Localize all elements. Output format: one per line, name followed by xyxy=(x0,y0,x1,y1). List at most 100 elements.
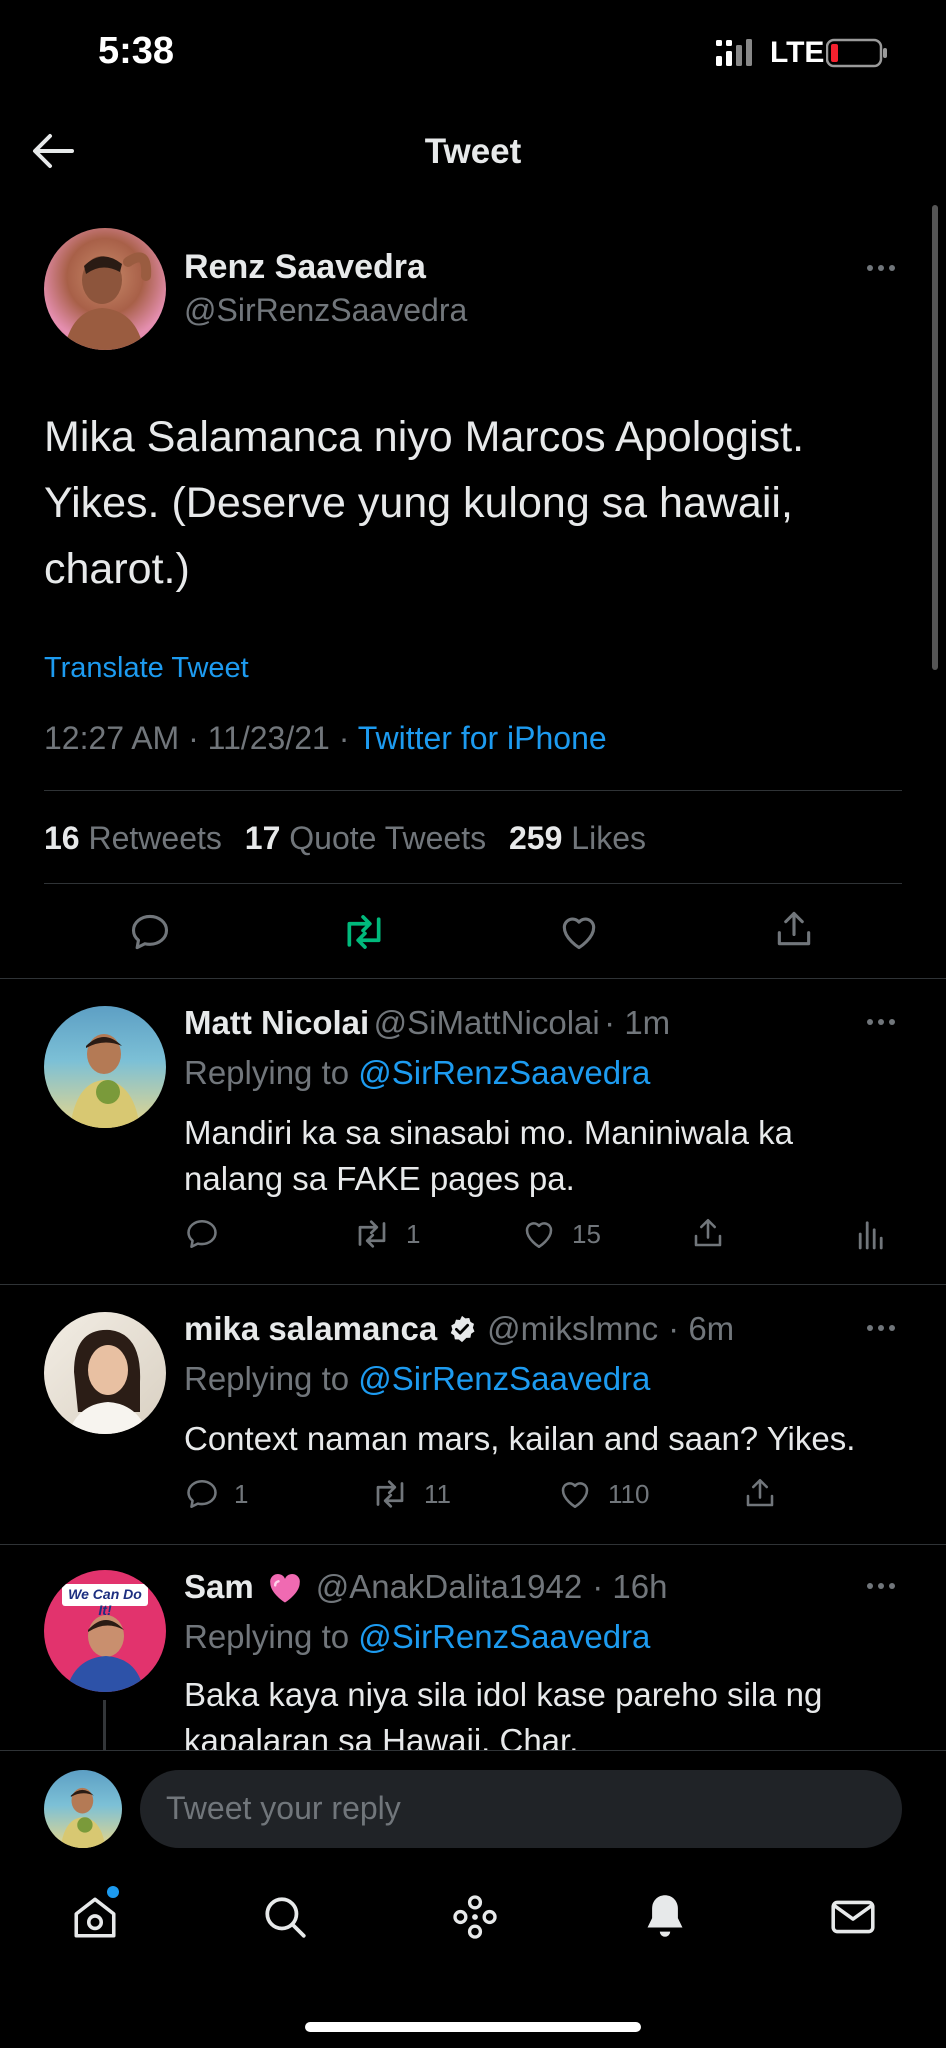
status-time: 5:38 xyxy=(98,30,175,72)
notifications-bell-icon[interactable] xyxy=(640,1890,690,1942)
reply-composer-placeholder: Tweet your reply xyxy=(166,1790,401,1826)
retweet-count: 1 xyxy=(406,1218,421,1249)
replying-to: Replying to @SirRenzSaavedra xyxy=(184,1054,650,1092)
replying-to-handle[interactable]: @SirRenzSaavedra xyxy=(358,1054,650,1091)
reply-action-retweet[interactable]: 11 xyxy=(370,1476,451,1512)
author-name[interactable]: Renz Saavedra xyxy=(184,248,426,287)
messages-icon[interactable] xyxy=(828,1892,878,1942)
reply-avatar[interactable] xyxy=(44,1006,166,1128)
retweets-count: 16 xyxy=(44,820,80,856)
divider xyxy=(0,1284,946,1285)
reply-icon xyxy=(184,1476,220,1512)
like-count: 15 xyxy=(572,1218,601,1249)
pink-heart-icon xyxy=(264,1569,306,1605)
reply-action-reply[interactable] xyxy=(184,1216,220,1252)
reply-text-line: Context naman mars, kailan and saan? Yik… xyxy=(184,1420,856,1457)
like-icon[interactable] xyxy=(556,910,602,954)
reply-text-line: Baka kaya niya sila idol kase pareho sil… xyxy=(184,1676,823,1713)
replying-to-prefix: Replying to xyxy=(184,1360,359,1397)
more-options-icon[interactable] xyxy=(867,1325,895,1331)
author-handle[interactable]: @SirRenzSaavedra xyxy=(184,292,467,329)
reply-action-reply[interactable]: 1 xyxy=(184,1476,248,1512)
tweet-source[interactable]: Twitter for iPhone xyxy=(358,720,607,756)
reply-avatar[interactable] xyxy=(44,1312,166,1434)
reply-avatar[interactable]: We Can Do It! xyxy=(44,1570,166,1692)
reply-icon xyxy=(184,1216,220,1252)
reply-author-name[interactable]: mika salamanca xyxy=(184,1310,437,1348)
replying-to-prefix: Replying to xyxy=(184,1618,359,1655)
reply-text-line: Mandiri ka sa sinasabi mo. Maniniwala ka xyxy=(184,1114,793,1151)
replying-to-prefix: Replying to xyxy=(184,1054,359,1091)
spaces-icon[interactable] xyxy=(450,1892,500,1942)
bottom-panel: Tweet your reply xyxy=(0,1750,946,2048)
divider xyxy=(0,1544,946,1545)
divider xyxy=(0,978,946,979)
replying-to: Replying to @SirRenzSaavedra xyxy=(184,1360,650,1398)
reply-header: Matt Nicolai @SiMattNicolai · 1m xyxy=(184,1004,670,1042)
avatar-poster-text: We Can Do It! xyxy=(68,1586,142,1618)
likes-stat[interactable]: 259 Likes xyxy=(509,820,646,856)
reply-action-share[interactable] xyxy=(690,1214,726,1252)
tweet-text: Mika Salamanca niyo Marcos Apologist. Yi… xyxy=(44,413,805,593)
retweets-label: Retweets xyxy=(88,820,222,856)
network-label: LTE xyxy=(770,36,825,69)
analytics-icon xyxy=(856,1216,884,1252)
share-icon[interactable] xyxy=(772,906,816,952)
tweet-meta: 12:27 AM · 11/23/21 · Twitter for iPhone xyxy=(44,720,607,757)
likes-count: 259 xyxy=(509,820,563,856)
likes-label: Likes xyxy=(571,820,646,856)
reply-author-handle[interactable]: @AnakDalita1942 xyxy=(316,1568,583,1606)
reply-action-like[interactable]: 110 xyxy=(556,1476,649,1512)
like-icon xyxy=(556,1476,594,1512)
reply-author-name[interactable]: Matt Nicolai xyxy=(184,1004,369,1041)
quotes-label: Quote Tweets xyxy=(289,820,487,856)
reply-count: 1 xyxy=(234,1478,249,1509)
divider xyxy=(0,1750,946,1751)
more-options-icon[interactable] xyxy=(867,1019,895,1025)
retweet-icon[interactable] xyxy=(340,910,388,954)
retweet-count: 11 xyxy=(424,1478,451,1509)
retweets-stat[interactable]: 16 Retweets xyxy=(44,820,231,856)
reply-action-like[interactable]: 15 xyxy=(520,1216,601,1252)
reply-composer-input[interactable]: Tweet your reply xyxy=(140,1770,902,1848)
reply-time: · 6m xyxy=(668,1310,735,1347)
notification-dot xyxy=(107,1886,119,1898)
retweet-icon xyxy=(352,1216,392,1252)
reply-action-analytics[interactable] xyxy=(856,1216,884,1252)
quotes-stat[interactable]: 17 Quote Tweets xyxy=(245,820,495,856)
divider xyxy=(44,790,902,791)
more-options-icon[interactable] xyxy=(867,265,895,271)
thread-line xyxy=(103,1700,106,1750)
reply-time: · 16h xyxy=(592,1568,668,1605)
scrollbar[interactable] xyxy=(932,205,938,670)
divider xyxy=(44,883,902,884)
replying-to-handle[interactable]: @SirRenzSaavedra xyxy=(358,1618,650,1655)
home-icon[interactable] xyxy=(70,1892,120,1942)
replying-to-handle[interactable]: @SirRenzSaavedra xyxy=(358,1360,650,1397)
reply-action-retweet[interactable]: 1 xyxy=(352,1216,420,1252)
reply-author-name[interactable]: Sam xyxy=(184,1568,254,1606)
translate-link[interactable]: Translate Tweet xyxy=(44,652,249,685)
author-avatar[interactable] xyxy=(44,228,166,350)
like-icon xyxy=(520,1216,558,1252)
share-icon xyxy=(690,1214,726,1252)
search-icon[interactable] xyxy=(260,1892,310,1942)
reply-header: mika salamanca @mikslmnc · 6m xyxy=(184,1310,734,1348)
reply-action-share[interactable] xyxy=(742,1474,778,1512)
home-indicator xyxy=(305,2022,641,2032)
reply-icon[interactable] xyxy=(128,910,172,954)
reply-author-handle[interactable]: @SiMattNicolai xyxy=(374,1004,600,1041)
tweet-timestamp: 12:27 AM · 11/23/21 · xyxy=(44,720,358,756)
tweet-stats: 16 Retweets 17 Quote Tweets 259 Likes xyxy=(44,820,646,857)
reply-time: · 1m xyxy=(604,1004,671,1041)
more-options-icon[interactable] xyxy=(867,1583,895,1589)
signal-icon xyxy=(716,38,754,66)
battery-icon xyxy=(826,38,888,68)
reply-author-handle[interactable]: @mikslmnc xyxy=(487,1310,658,1348)
my-avatar[interactable] xyxy=(44,1770,122,1848)
retweet-icon xyxy=(370,1476,410,1512)
replying-to: Replying to @SirRenzSaavedra xyxy=(184,1618,650,1656)
like-count: 110 xyxy=(608,1478,650,1509)
verified-badge-icon xyxy=(447,1314,477,1344)
page-title: Tweet xyxy=(424,132,522,171)
